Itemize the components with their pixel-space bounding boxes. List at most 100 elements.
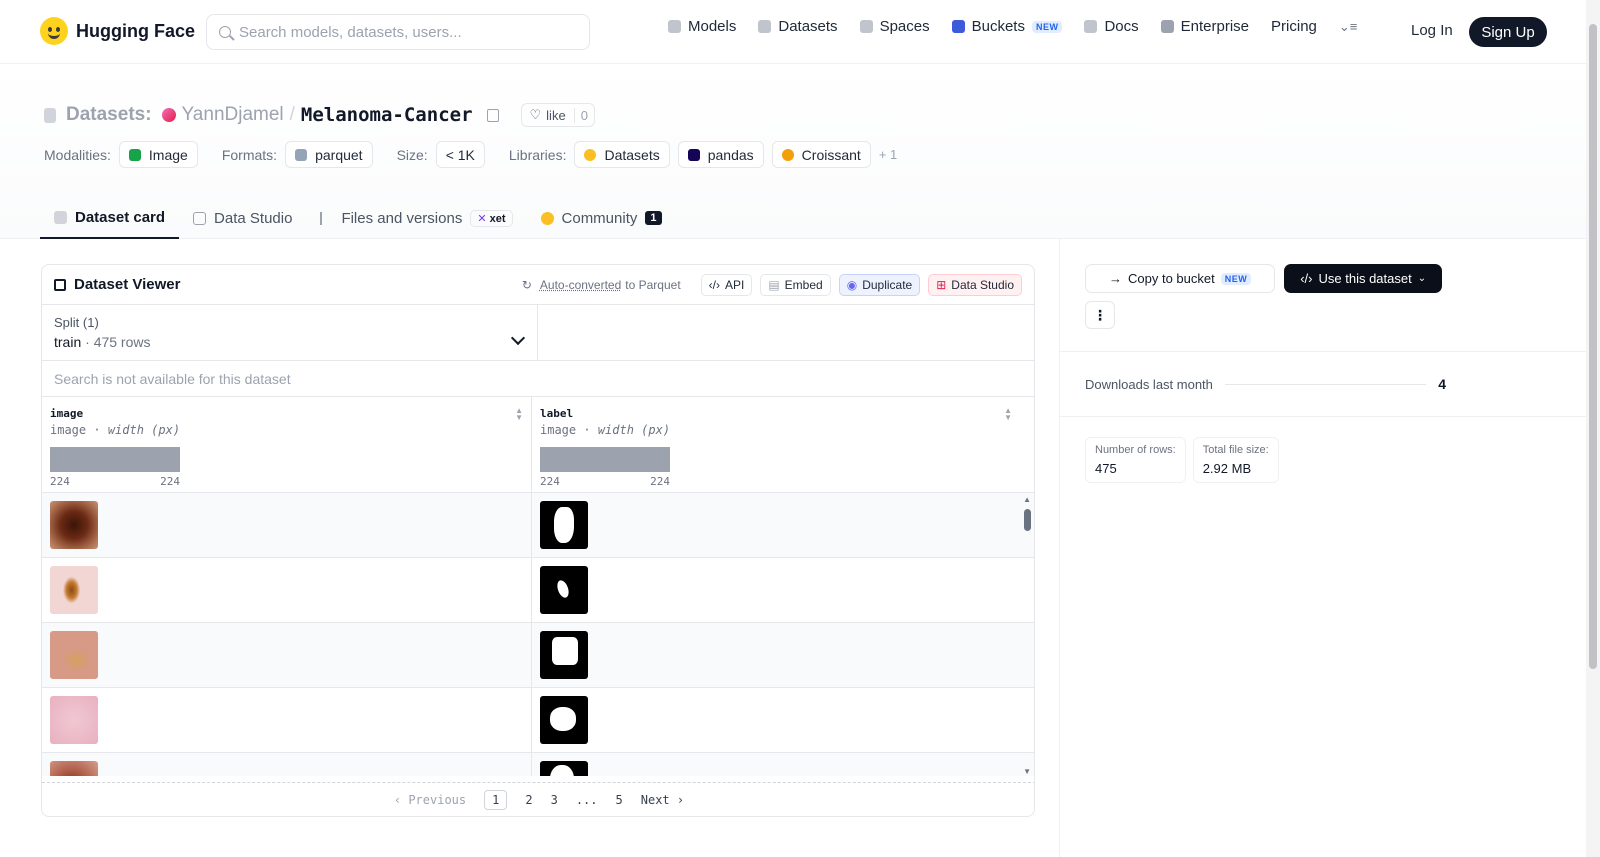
skin-lesion-thumbnail[interactable] — [50, 631, 98, 679]
copy-to-bucket-button[interactable]: → Copy to bucket NEW — [1085, 264, 1276, 293]
page-3[interactable]: 3 — [551, 793, 558, 807]
file-size-value: 2.92 MB — [1202, 461, 1252, 476]
page-scrollbar-thumb[interactable] — [1589, 24, 1597, 669]
skin-lesion-thumbnail[interactable] — [50, 566, 98, 614]
nav-enterprise[interactable]: Enterprise — [1160, 18, 1250, 35]
histogram-bar[interactable] — [50, 447, 180, 472]
segmentation-mask-thumbnail[interactable] — [540, 631, 588, 679]
split-selector[interactable]: Split (1) train · 475 rows — [42, 305, 538, 360]
histogram-bar[interactable] — [540, 447, 670, 472]
repo-kind[interactable]: Datasets: — [66, 104, 152, 126]
column-header-label[interactable]: label image · width (px) ▲ ▼ 224 224 — [532, 397, 1020, 492]
page-5[interactable]: 5 — [616, 793, 623, 807]
segmentation-mask-thumbnail[interactable] — [540, 501, 588, 549]
split-label: Split (1) — [54, 315, 99, 330]
brand-logo[interactable]: Hugging Face — [40, 17, 195, 45]
scroll-down-icon[interactable]: ▼ — [1023, 767, 1031, 776]
login-link[interactable]: Log In — [1411, 22, 1453, 39]
tab-community[interactable]: Community 1 — [527, 197, 676, 239]
repo-name[interactable]: Melanoma-Cancer — [301, 104, 473, 126]
rows-value: 475 — [1095, 461, 1117, 476]
owner-link[interactable]: YannDjamel — [182, 104, 284, 126]
skin-lesion-thumbnail[interactable] — [50, 696, 98, 744]
nav-enterprise-label: Enterprise — [1180, 18, 1250, 35]
api-button[interactable]: ‹/› API — [700, 273, 753, 296]
dataset-stats: Number of rows: 475 Total file size: 2.9… — [1085, 437, 1279, 483]
page-2[interactable]: 2 — [525, 793, 532, 807]
datasets-icon — [758, 20, 772, 33]
page-1[interactable]: 1 — [484, 789, 508, 810]
table-row[interactable] — [42, 493, 1034, 558]
rows-label: Number of rows: — [1095, 444, 1176, 456]
owner-avatar[interactable] — [161, 108, 176, 122]
like-button[interactable]: ♡ like 0 — [520, 103, 595, 127]
search-input[interactable]: Search models, datasets, users... — [206, 14, 590, 50]
sort-icon[interactable]: ▲ ▼ — [515, 407, 523, 422]
size-chip[interactable]: < 1K — [435, 141, 485, 168]
code-icon: ‹/› — [708, 277, 720, 292]
table-row[interactable] — [42, 623, 1034, 688]
column-type: image · width (px) — [50, 423, 181, 437]
signup-button[interactable]: Sign Up — [1469, 17, 1547, 47]
more-options-icon[interactable]: ⋮ — [1085, 301, 1115, 329]
table-row[interactable] — [42, 688, 1034, 753]
column-type: image · width (px) — [540, 423, 671, 437]
tab-label: Data Studio — [214, 209, 293, 227]
page-scrollbar[interactable] — [1586, 0, 1600, 857]
scrollbar-thumb[interactable] — [1024, 509, 1031, 531]
code-icon: ‹/› — [1300, 271, 1313, 286]
scroll-up-icon[interactable]: ▲ — [1023, 495, 1031, 504]
library-chip-pandas[interactable]: pandas — [677, 141, 764, 168]
data-studio-button[interactable]: ⊞ Data Studio — [928, 273, 1022, 296]
downloads-stat: Downloads last month 4 — [1085, 376, 1446, 392]
skin-lesion-thumbnail[interactable] — [50, 501, 98, 549]
path-separator: / — [289, 104, 295, 125]
tab-dataset-card[interactable]: Dataset card — [40, 197, 180, 239]
nav-spaces[interactable]: Spaces — [859, 18, 930, 35]
segmentation-mask-thumbnail[interactable] — [540, 761, 588, 776]
segmentation-mask-thumbnail[interactable] — [540, 566, 588, 614]
models-icon — [668, 20, 681, 33]
format-chip[interactable]: parquet — [285, 141, 373, 168]
auto-converted-link[interactable]: Auto-converted — [540, 278, 621, 292]
library-chip-croissant[interactable]: Croissant — [771, 141, 871, 168]
duplicate-icon: ◉ — [846, 277, 858, 292]
heart-icon: ♡ — [529, 107, 542, 122]
embed-button[interactable]: ▤ Embed — [760, 273, 831, 296]
table-scrollbar[interactable]: ▲ ▼ — [1020, 495, 1034, 776]
api-label: API — [724, 277, 745, 292]
tab-files-and-versions[interactable]: Files and versions ✕ xet — [306, 197, 526, 239]
modality-chip[interactable]: Image — [118, 141, 198, 168]
duplicate-label: Duplicate — [862, 277, 913, 292]
use-this-dataset-button[interactable]: ‹/› Use this dataset ⌄ — [1284, 264, 1443, 293]
docs-icon — [1084, 20, 1098, 33]
duplicate-button[interactable]: ◉ Duplicate — [838, 273, 921, 296]
more-libraries[interactable]: + 1 — [879, 147, 897, 162]
table-row[interactable] — [42, 558, 1034, 623]
sidebar-actions: → Copy to bucket NEW ‹/› Use this datase… — [1085, 264, 1443, 293]
nav-pricing[interactable]: Pricing — [1271, 18, 1317, 35]
tab-data-studio[interactable]: Data Studio — [179, 197, 306, 239]
skin-lesion-thumbnail[interactable] — [50, 761, 98, 776]
nav-docs[interactable]: Docs — [1084, 18, 1139, 35]
data-rows: ▲ ▼ — [42, 493, 1034, 776]
more-menu-icon[interactable]: ⌄≡ — [1339, 19, 1357, 35]
embed-icon: ▤ — [768, 277, 780, 292]
nav-buckets[interactable]: Buckets NEW — [951, 18, 1063, 35]
arrow-right-icon: → — [1109, 271, 1122, 286]
copy-icon[interactable] — [486, 108, 499, 122]
sort-icon[interactable]: ▲ ▼ — [1004, 407, 1012, 422]
enterprise-icon — [1160, 20, 1174, 33]
next-page[interactable]: Next › — [641, 793, 684, 807]
tab-label: Community — [561, 209, 638, 227]
nav-models[interactable]: Models — [668, 18, 736, 35]
nav-datasets[interactable]: Datasets — [758, 18, 838, 35]
table-row[interactable] — [42, 753, 1034, 776]
tab-label: Files and versions — [341, 209, 463, 227]
histogram-range: 224 224 — [540, 475, 670, 488]
column-header-image[interactable]: image image · width (px) ▲ ▼ 224 224 — [42, 397, 532, 492]
segmentation-mask-thumbnail[interactable] — [540, 696, 588, 744]
hugging-face-logo-icon — [40, 17, 68, 45]
previous-page[interactable]: ‹ Previous — [394, 793, 466, 807]
library-chip-datasets[interactable]: Datasets — [574, 141, 670, 168]
